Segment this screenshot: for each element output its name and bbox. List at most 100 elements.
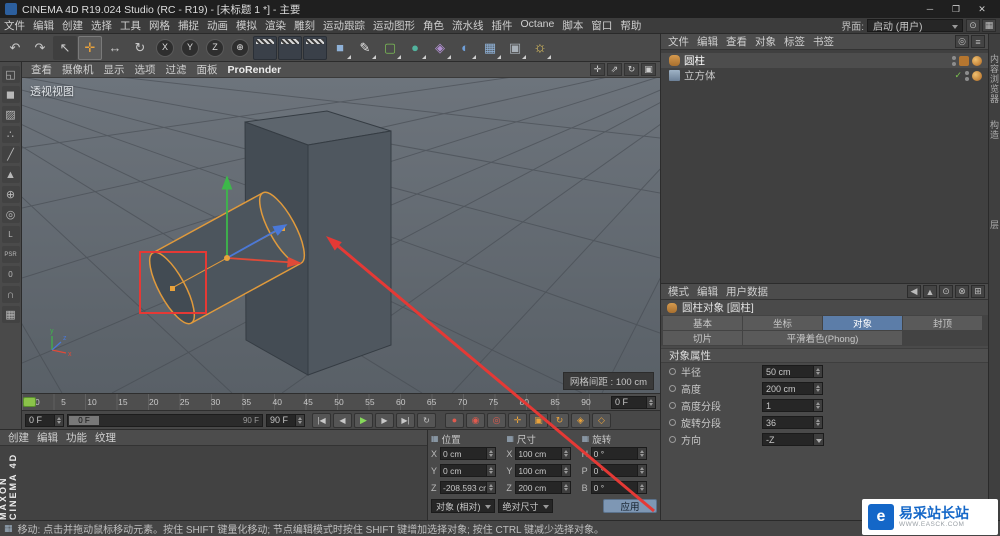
minimize-button[interactable]: ─ [917, 0, 943, 18]
render-settings-icon[interactable] [303, 36, 327, 60]
psr-value[interactable]: 0 [2, 266, 20, 283]
material-menu-item[interactable]: 功能 [62, 430, 91, 445]
interface-search-icon[interactable]: ⊙ [966, 19, 980, 32]
coordinate-mode-select[interactable]: 对象 (相对) [431, 499, 495, 513]
object-row-cylinder[interactable]: 圆柱 [661, 53, 988, 68]
z-axis-lock-icon[interactable]: Z [203, 36, 227, 60]
rotation-field[interactable]: 0 ° [591, 481, 647, 494]
viewport-zoom-icon[interactable]: ⇗ [607, 63, 622, 76]
side-tab[interactable]: 层 [988, 220, 1000, 230]
viewport-rotate-icon[interactable]: ↻ [624, 63, 639, 76]
object-manager-menu-item[interactable]: 编辑 [693, 34, 722, 49]
move-tool-icon[interactable]: ✛ [78, 36, 102, 60]
attr-lock-icon[interactable]: ⊗ [955, 285, 969, 298]
attribute-tab[interactable]: 封顶 [903, 316, 982, 330]
rotation-field[interactable]: 0 ° [591, 447, 647, 460]
viewport-menu-item[interactable]: 过滤 [161, 62, 192, 77]
close-button[interactable]: ✕ [969, 0, 995, 18]
size-field[interactable]: 200 cm [515, 481, 571, 494]
prev-frame-button[interactable]: ◀ [333, 413, 352, 428]
goto-end-button[interactable]: ▶| [396, 413, 415, 428]
viewport-canvas[interactable]: y x z 透视视图 网格间距 : 100 cm [22, 78, 660, 393]
make-editable-icon[interactable]: ◱ [2, 66, 20, 83]
timeline-ruler[interactable]: 051015202530354045505560657075808590 0 F [22, 393, 660, 410]
side-tab[interactable]: 构造 [988, 120, 1000, 140]
attribute-tab[interactable]: 平滑着色(Phong) [743, 331, 902, 345]
menu-item[interactable]: 文件 [0, 18, 29, 33]
object-row-cube[interactable]: 立方体 ✓ [661, 68, 988, 83]
enable-axis-icon[interactable]: ⊕ [2, 186, 20, 203]
menu-item[interactable]: 捕捉 [174, 18, 203, 33]
enabled-check-icon[interactable]: ✓ [954, 70, 962, 81]
spinner-icon[interactable] [55, 414, 64, 427]
position-field[interactable]: 0 cm [440, 447, 496, 460]
redo-icon[interactable]: ↷ [28, 36, 52, 60]
menu-item[interactable]: 编辑 [29, 18, 58, 33]
texture-mode-icon[interactable]: ▨ [2, 106, 20, 123]
object-manager-menu-item[interactable]: 查看 [722, 34, 751, 49]
phong-tag-icon[interactable] [972, 71, 982, 81]
viewport-maximize-icon[interactable]: ▣ [641, 63, 656, 76]
position-field[interactable]: 0 cm [440, 464, 496, 477]
menu-item[interactable]: 创建 [58, 18, 87, 33]
maximize-button[interactable]: ❐ [943, 0, 969, 18]
field-input[interactable]: 200 cm [762, 382, 823, 395]
x-axis-lock-icon[interactable]: X [153, 36, 177, 60]
viewport-menu-item[interactable]: 查看 [26, 62, 57, 77]
current-frame-field[interactable]: 0 F [25, 414, 64, 427]
rotate-tool-icon[interactable]: ↻ [128, 36, 152, 60]
spline-pen-icon[interactable]: ✎ [353, 36, 377, 60]
snap-icon[interactable]: ∩ [2, 286, 20, 303]
material-menu-item[interactable]: 编辑 [33, 430, 62, 445]
object-manager-menu-item[interactable]: 文件 [664, 34, 693, 49]
handle-point[interactable] [170, 286, 175, 291]
current-frame-marker[interactable] [23, 397, 36, 407]
viewport-menu-item[interactable]: 面板 [192, 62, 223, 77]
menu-item[interactable]: 选择 [87, 18, 116, 33]
interface-layout-icon[interactable]: ▦ [982, 19, 996, 32]
menu-item[interactable]: 窗口 [587, 18, 616, 33]
scale-tool-icon[interactable]: ↔ [103, 36, 127, 60]
render-view-icon[interactable] [253, 36, 277, 60]
menu-item[interactable]: 模拟 [232, 18, 261, 33]
key-rotation-button[interactable]: ↻ [550, 413, 569, 428]
om-menu-icon[interactable]: ≡ [971, 35, 985, 48]
floor-icon[interactable]: ▦ [478, 36, 502, 60]
coordinate-system-icon[interactable]: ⊕ [228, 36, 252, 60]
xyz-tag-icon[interactable] [959, 56, 969, 66]
generators-icon[interactable]: ● [403, 36, 427, 60]
menu-item[interactable]: 运动跟踪 [319, 18, 369, 33]
attr-grid-icon[interactable]: ⊞ [971, 285, 985, 298]
undo-icon[interactable]: ↶ [3, 36, 27, 60]
material-menu-item[interactable]: 创建 [4, 430, 33, 445]
menu-item[interactable]: 运动图形 [369, 18, 419, 33]
workplane-icon[interactable]: ▦ [2, 306, 20, 323]
polygon-mode-icon[interactable]: ▲ [2, 166, 20, 183]
next-frame-button[interactable]: ▶ [375, 413, 394, 428]
spinner-icon[interactable] [296, 414, 305, 427]
field-input[interactable]: 50 cm [762, 365, 823, 378]
viewport-pan-icon[interactable]: ✛ [590, 63, 605, 76]
size-field[interactable]: 100 cm [515, 464, 571, 477]
animation-dot-icon[interactable] [669, 368, 676, 375]
menu-item[interactable]: 脚本 [558, 18, 587, 33]
viewport-menu-item[interactable]: 显示 [99, 62, 130, 77]
camera-icon[interactable]: ▣ [503, 36, 527, 60]
axis-lock-icon[interactable]: L [2, 226, 20, 243]
edge-mode-icon[interactable]: ╱ [2, 146, 20, 163]
attribute-menu-item[interactable]: 用户数据 [722, 284, 772, 299]
menu-item[interactable]: 帮助 [616, 18, 645, 33]
menu-item[interactable]: Octane [517, 18, 559, 33]
size-mode-select[interactable]: 绝对尺寸 [498, 499, 553, 513]
frame-spinfield[interactable]: 0 F [611, 396, 656, 409]
frame-range-slider[interactable]: 0 F 90 F [67, 414, 263, 427]
interface-select[interactable]: 启动 (用户) [867, 19, 963, 32]
animation-dot-icon[interactable] [669, 419, 676, 426]
y-axis-lock-icon[interactable]: Y [178, 36, 202, 60]
position-field[interactable]: -208.593 cm [440, 481, 496, 494]
key-scale-button[interactable]: ▣ [529, 413, 548, 428]
field-input[interactable]: 36 [762, 416, 823, 429]
render-picture-viewer-icon[interactable] [278, 36, 302, 60]
attr-pin-icon[interactable]: ⊙ [939, 285, 953, 298]
subdivision-surface-icon[interactable]: ▢ [378, 36, 402, 60]
